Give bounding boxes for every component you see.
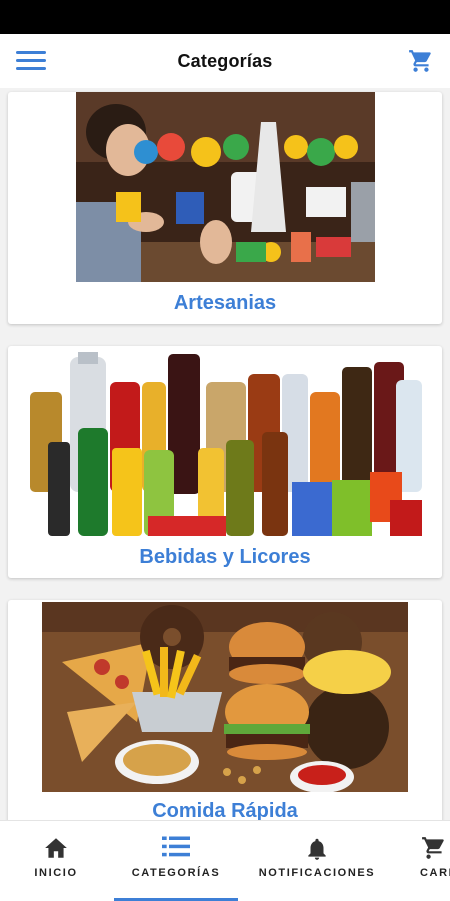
nav-label: CARRITO [420, 867, 450, 879]
home-icon [45, 838, 67, 858]
app-bar: Categorías [0, 34, 450, 88]
bebidas-image [30, 352, 422, 536]
nav-label: CATEGORÍAS [131, 867, 221, 879]
nav-label: NOTIFICACIONES [258, 867, 376, 879]
category-label: Comida Rápida [152, 800, 298, 820]
category-card-artesanias[interactable]: Artesanias [8, 92, 442, 324]
bottom-nav: INICIO CATEGORÍAS NOTIFICACIONES CARRITO [0, 820, 450, 901]
bell-icon [308, 838, 326, 860]
menu-icon[interactable] [16, 51, 46, 71]
nav-label: INICIO [34, 867, 78, 879]
category-card-bebidas[interactable]: Bebidas y Licores [8, 346, 442, 578]
page-title: Categorías [177, 50, 273, 71]
list-icon [162, 836, 190, 857]
category-label: Artesanias [173, 292, 277, 314]
category-card-comida-rapida[interactable]: Comida Rápida [8, 600, 442, 820]
nav-item-inicio[interactable]: INICIO [0, 821, 112, 901]
comida-rapida-image [42, 602, 408, 792]
nav-item-categorias[interactable]: CATEGORÍAS [114, 821, 238, 901]
nav-item-carrito[interactable]: CARRITO [416, 821, 450, 901]
nav-item-notificaciones[interactable]: NOTIFICACIONES [250, 821, 384, 901]
artesanias-image [76, 92, 375, 282]
cart-icon[interactable] [408, 48, 434, 74]
cart-icon [422, 837, 444, 859]
category-list: Artesanias Bebidas y Licores Comida Rápi… [0, 88, 450, 820]
status-bar [0, 0, 450, 34]
category-label: Bebidas y Licores [139, 546, 311, 568]
